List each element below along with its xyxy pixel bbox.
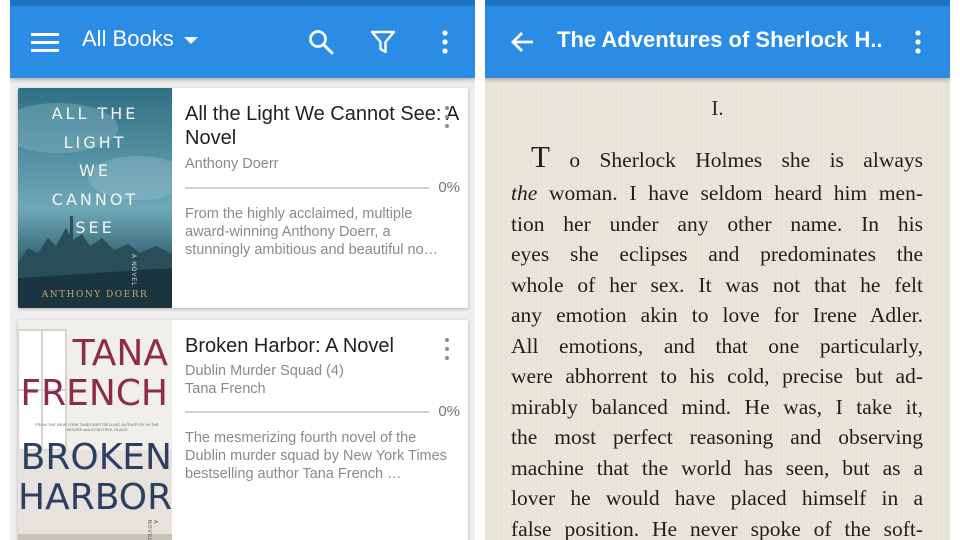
book-cover[interactable]: TANA FRENCH FROM THE NEW YORK TIMES BEST… bbox=[18, 320, 172, 540]
search-icon[interactable] bbox=[306, 27, 336, 57]
text-line: false position. He never spoke of the so… bbox=[511, 516, 923, 540]
cover-title: ALL THE LIGHT WE CANNOT SEE bbox=[18, 100, 172, 243]
status-bar bbox=[485, 0, 950, 6]
book-card[interactable]: TANA FRENCH FROM THE NEW YORK TIMES BEST… bbox=[18, 320, 468, 540]
cover-author-line: TANA bbox=[72, 333, 168, 374]
library-screen: All Books ALL THE LIGHT WE CANNOT SEE A … bbox=[10, 0, 475, 540]
drop-cap: T bbox=[531, 139, 550, 174]
text-line: machine that the world has seen, but as … bbox=[511, 455, 923, 480]
library-filter-dropdown[interactable]: All Books bbox=[82, 26, 198, 52]
progress-label: 0% bbox=[438, 403, 460, 420]
more-vert-icon[interactable] bbox=[440, 338, 454, 360]
text-line: tion her under any other name. In his bbox=[511, 211, 923, 236]
more-vert-icon[interactable] bbox=[435, 27, 455, 57]
book-title: Broken Harbor: A Novel bbox=[185, 335, 394, 357]
book-cover[interactable]: ALL THE LIGHT WE CANNOT SEE A NOVEL ANTH… bbox=[18, 88, 172, 308]
chapter-heading: I. bbox=[711, 96, 724, 120]
arrow-back-icon[interactable] bbox=[507, 27, 537, 57]
reading-progress: 0% bbox=[185, 179, 460, 197]
text-line: T o Sherlock Holmes she is always bbox=[511, 139, 924, 178]
more-vert-icon[interactable] bbox=[440, 106, 454, 128]
text-line: whole of her sex. It was not that he fel… bbox=[511, 272, 923, 297]
book-series: Dublin Murder Squad (4) bbox=[185, 363, 344, 379]
book-title: The Adventures of Sherlock H.. bbox=[557, 27, 883, 52]
cover-title-line: CANNOT bbox=[51, 189, 139, 209]
cover-author: ANTHONY DOERR bbox=[41, 290, 149, 300]
text-line-content: woman. I have seldom heard him men- bbox=[548, 181, 924, 205]
book-info: All the Light We Cannot See: A Novel Ant… bbox=[185, 102, 460, 259]
cover-title-line: SEE bbox=[75, 218, 115, 237]
filter-icon[interactable] bbox=[368, 27, 398, 57]
book-info: Broken Harbor: A Novel Dublin Murder Squ… bbox=[185, 334, 460, 483]
text-line: eyes she eclipses and predominates the bbox=[511, 242, 923, 266]
text-line: lover he would have placed himself in a bbox=[511, 486, 923, 510]
progress-track bbox=[185, 187, 429, 189]
italic-word: the bbox=[511, 181, 538, 205]
book-card[interactable]: ALL THE LIGHT WE CANNOT SEE A NOVEL ANTH… bbox=[18, 88, 468, 308]
text-line: the woman. I have seldom heard him men- bbox=[511, 178, 923, 209]
library-title: All Books bbox=[82, 26, 174, 51]
text-line: were abhorrent to his cold, precise but … bbox=[511, 364, 923, 388]
caret-down-icon bbox=[183, 36, 198, 44]
progress-label: 0% bbox=[438, 179, 460, 196]
reader-screen: The Adventures of Sherlock H.. I. T o Sh… bbox=[485, 0, 950, 540]
book-author: Anthony Doerr bbox=[185, 156, 279, 172]
text-line: All emotions, and that one particularly, bbox=[511, 333, 923, 358]
library-app-bar: All Books bbox=[10, 0, 475, 78]
book-description: The mesmerizing fourth novel of the Dubl… bbox=[185, 430, 447, 482]
text-line-content: o Sherlock Holmes she is always bbox=[569, 148, 924, 172]
cover-title: BROKEN HARBOR bbox=[18, 438, 172, 518]
cover-title-line: HARBOR bbox=[18, 477, 172, 518]
book-title: All the Light We Cannot See: A Novel bbox=[185, 103, 459, 149]
cover-title-line: LIGHT bbox=[63, 132, 127, 152]
reader-app-bar: The Adventures of Sherlock H.. bbox=[485, 0, 950, 78]
book-description: From the highly acclaimed, multiple awar… bbox=[185, 206, 439, 258]
text-line: the most perfect reasoning and observing bbox=[511, 425, 923, 449]
reading-progress: 0% bbox=[185, 403, 460, 421]
cover-author: TANA FRENCH bbox=[18, 334, 168, 414]
progress-track bbox=[185, 411, 429, 413]
text-line: any emotion akin to love for Irene Adler… bbox=[511, 303, 923, 327]
cover-author-line: FRENCH bbox=[20, 373, 168, 414]
cover-title-line: WE bbox=[79, 161, 111, 180]
reader-text: T o Sherlock Holmes she is always the wo… bbox=[511, 139, 924, 540]
cover-side-text: A NOVEL bbox=[130, 254, 136, 287]
hamburger-menu-icon[interactable] bbox=[30, 27, 60, 57]
cover-title-line: ALL THE bbox=[51, 104, 139, 123]
text-line: mirably balanced mind. He was, I take it… bbox=[511, 394, 923, 419]
book-author: Tana French bbox=[185, 381, 266, 397]
more-vert-icon[interactable] bbox=[908, 27, 928, 57]
cover-tagline: FROM THE NEW YORK TIMES BESTSELLING AUTH… bbox=[35, 422, 159, 432]
cover-title-line: BROKEN bbox=[20, 437, 172, 478]
status-bar bbox=[10, 0, 475, 6]
cover-side-text: A NOVEL bbox=[146, 520, 158, 540]
